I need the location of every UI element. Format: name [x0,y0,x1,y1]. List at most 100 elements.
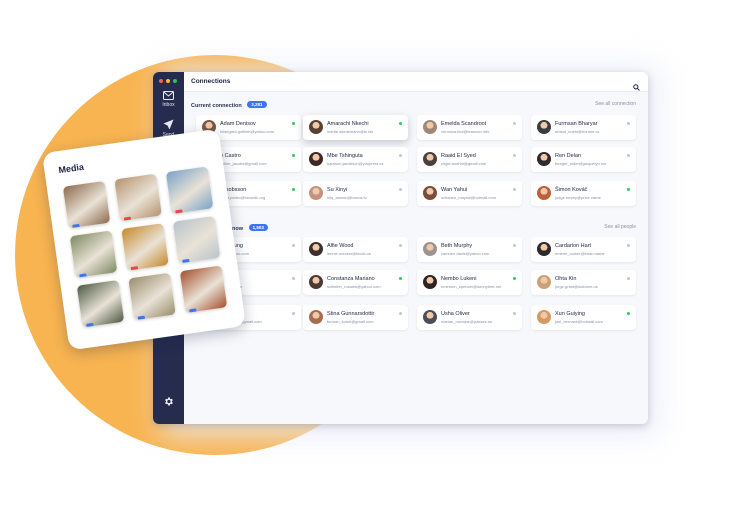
offline-status-dot [399,312,402,315]
mail-icon [163,91,174,100]
contact-card[interactable]: Ren Delan foreger_elder@jacquelyn.me [531,147,636,172]
contact-name: Mbe Tshinguta [327,153,363,159]
media-type-icon [137,315,146,321]
contact-name: Beth Murphy [441,243,473,249]
contact-card[interactable]: Alfie Wood lennie.ruecker@block.us [303,237,408,262]
avatar [309,275,323,289]
avatar [537,242,551,256]
contact-card[interactable]: Xun Guiying joel_bernard@hotmail.com [531,305,636,330]
offline-status-dot [513,154,516,157]
offline-status-dot [513,188,516,191]
offline-status-dot [399,188,402,191]
contact-email: harrison.jacobson@yduprest.us [327,161,384,166]
maximize-dot[interactable] [173,79,177,83]
contact-name: Ren Delan [555,153,581,159]
contact-card[interactable]: Constanza Mariano schleifer_rosales@yahoo… [303,270,408,295]
contact-name: n Castro [220,153,241,159]
current-connection-heading: Current connection 3,281 [191,101,267,109]
tropical-photo[interactable] [121,223,169,271]
forest-photo[interactable] [76,279,125,328]
contact-card[interactable]: Usha Oliver marian_romaine@passes.us [417,305,522,330]
offline-status-dot [513,122,516,125]
contact-email: jorge.grant@dalonne.us [555,284,598,289]
sky-photo[interactable] [165,166,214,214]
street-photo[interactable] [114,173,162,222]
avatar [537,275,551,289]
contact-name: Adam Denisov [220,121,256,127]
avatar [537,310,551,324]
contact-card[interactable]: Ohta Kin jorge.grant@dalonne.us [531,270,636,295]
see-all-connection-link[interactable]: See all connection [595,101,636,107]
offline-status-dot [513,312,516,315]
hands-photo[interactable] [172,215,221,264]
contact-email: schaden_maynd@hotmail.com [441,195,496,200]
contact-card[interactable]: Nembo Lukeni emerson_spencer@kennytree.ne… [417,270,522,295]
contact-name: Amarachi Nkechi [327,121,369,127]
contact-card[interactable]: Mbe Tshinguta harrison.jacobson@yduprest.… [303,147,408,172]
contact-email: mertie.stiedemann@bi.biz [327,129,374,134]
contact-email: marian_romaine@passes.us [441,319,492,324]
contact-name: Raaid El Syed [441,153,476,159]
contact-card[interactable]: Stina Gunnarsdottir furman_kohel@gmail.co… [303,305,408,330]
contact-name: Cardarion Hart [555,243,592,249]
close-dot[interactable] [159,79,163,83]
contact-email: virgie.boehm@gmail.com [441,161,487,166]
gear-icon[interactable] [163,394,174,412]
contact-card[interactable]: Šimon Kováč judge.torphy@price.name [531,181,636,206]
avatar [309,310,323,324]
contact-card[interactable]: Raaid El Syed virgie.boehm@gmail.com [417,147,522,172]
contact-name: Xun Guiying [555,311,585,317]
contact-name: Alfie Wood [327,243,354,249]
contact-email: foreger_elder@jacquelyn.me [555,161,607,166]
media-type-icon [189,308,197,313]
contact-email: veronica.lind@leannon.info [441,129,490,134]
online-status-dot [399,277,402,280]
window-controls [159,79,177,83]
contact-card[interactable]: Cardarion Hart emerie_corker@brian.name [531,237,636,262]
contact-email: camden.davis@yahoo.com [441,251,490,256]
contact-name: Emelda Scandroot [441,121,487,127]
window-photo[interactable] [179,265,228,313]
paper-plane-icon [163,119,174,130]
online-status-dot [627,312,630,315]
contact-name: Wan Yahui [441,187,468,193]
contact-card[interactable]: Beth Murphy camden.davis@yahoo.com [417,237,522,262]
sidebar-item-label: Inbox [162,102,175,108]
contact-card[interactable]: Furmsan Bharyar erland_koehl@hormer.cz [531,115,636,140]
media-type-icon [123,216,132,222]
topbar: Connections [184,72,648,92]
search-icon[interactable] [633,78,640,96]
avatar [423,242,437,256]
contact-card[interactable]: Su Xinyi kris_stanon@bunos.tv [303,181,408,206]
avatar [309,152,323,166]
contact-card[interactable]: Emelda Scandroot veronica.lind@leannon.in… [417,115,522,140]
online-status-dot [513,277,516,280]
page-title: Connections [191,78,231,85]
minimize-dot[interactable] [166,79,170,83]
sidebar-item-inbox[interactable]: Inbox [153,91,184,108]
contact-email: judge.torphy@price.name [555,195,601,200]
online-status-dot [627,188,630,191]
media-type-icon [72,223,81,229]
contact-card[interactable]: Amarachi Nkechi mertie.stiedemann@bi.biz [303,115,408,140]
offline-status-dot [627,154,630,157]
contact-email: celine_jacobs@gmail.com [220,161,267,166]
desk-photo[interactable] [128,272,176,321]
contact-email: kris_stanon@bunos.tv [327,195,367,200]
see-all-people-link[interactable]: See all people [604,224,636,230]
media-type-icon [182,258,190,264]
media-title: Media [57,161,85,176]
contact-name: Su Xinyi [327,187,348,193]
contact-email: erland_koehl@hormer.cz [555,129,600,134]
contact-card[interactable]: Wan Yahui schaden_maynd@hotmail.com [417,181,522,206]
dog-photo[interactable] [62,180,111,229]
contact-name: Constanza Mariano [327,276,375,282]
avatar [309,186,323,200]
avatar [537,152,551,166]
field-photo[interactable] [69,230,118,278]
know-heading: know 1,503 [229,224,268,232]
avatar [423,120,437,134]
contact-email: hildegard.gottlieb@yahoo.com [220,129,275,134]
contact-email: joel_bernard@hotmail.com [555,319,603,324]
offline-status-dot [513,244,516,247]
